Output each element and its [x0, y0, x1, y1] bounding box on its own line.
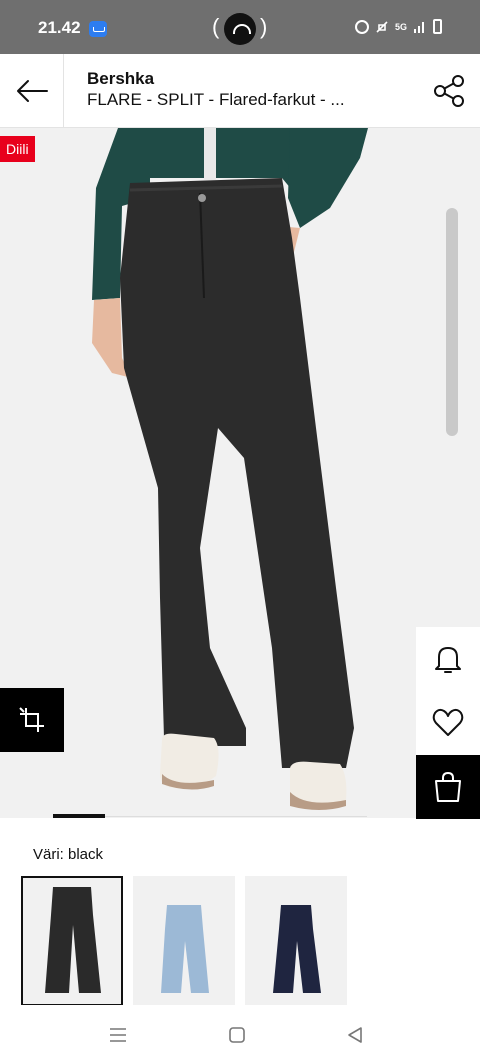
back-nav-button[interactable]: [343, 1023, 367, 1047]
system-nav-bar: [0, 1005, 480, 1063]
product-actions: [416, 627, 480, 819]
color-swatches: [21, 876, 347, 1006]
recent-apps-button[interactable]: [106, 1023, 130, 1047]
status-bar: 21.42 ( ) 5G: [0, 0, 480, 54]
light-blue-jeans-thumbnail: [161, 905, 209, 993]
alarm-icon: [354, 19, 369, 34]
status-icons: 5G: [354, 19, 442, 34]
color-swatch-dark-blue[interactable]: [245, 876, 347, 1006]
back-button[interactable]: [0, 54, 64, 127]
network-label: 5G: [394, 21, 407, 32]
visual-search-button[interactable]: [0, 688, 64, 752]
cutout-right-paren-icon: ): [260, 14, 268, 39]
hotspot-icon: [224, 13, 256, 45]
product-title: FLARE - SPLIT - Flared-farkut - ...: [87, 90, 345, 109]
status-time: 21.42: [38, 18, 81, 37]
color-swatch-black[interactable]: [21, 876, 123, 1006]
back-triangle-icon: [348, 1027, 362, 1043]
arrow-left-icon: [16, 79, 48, 102]
header-titles: Bershka FLARE - SPLIT - Flared-farkut - …: [87, 69, 407, 111]
cutout-left-paren-icon: (: [212, 14, 220, 39]
recent-apps-icon: [110, 1028, 126, 1042]
heart-icon: [432, 708, 464, 736]
shopping-bag-icon: [435, 771, 461, 802]
brand-name: Bershka: [87, 69, 155, 88]
wishlist-button[interactable]: [416, 691, 480, 755]
product-photo: [92, 128, 368, 810]
share-icon: [434, 75, 464, 107]
gallery-position-indicator: [53, 814, 105, 818]
share-button[interactable]: [432, 74, 466, 108]
product-header: Bershka FLARE - SPLIT - Flared-farkut - …: [0, 54, 480, 128]
color-swatch-light-blue[interactable]: [133, 876, 235, 1006]
add-to-bag-button[interactable]: [416, 755, 480, 819]
color-label: Väri: black: [33, 846, 104, 863]
app-notification-icon: [89, 21, 107, 37]
image-scroll-indicator: [446, 208, 458, 436]
notify-button[interactable]: [416, 627, 480, 691]
camera-cutout: ( ): [212, 12, 268, 45]
signal-icon: [414, 21, 424, 33]
home-button[interactable]: [225, 1023, 249, 1047]
dark-blue-jeans-thumbnail: [273, 905, 321, 993]
battery-icon: [433, 19, 442, 34]
black-jeans-thumbnail: [45, 887, 101, 993]
home-icon: [229, 1027, 245, 1043]
bell-icon: [435, 647, 461, 673]
gallery-position-track: [105, 816, 367, 817]
deal-badge: Diili: [0, 136, 35, 162]
crop-icon: [19, 707, 44, 732]
mute-icon: [376, 20, 388, 33]
product-image-gallery[interactable]: Diili: [0, 128, 480, 818]
